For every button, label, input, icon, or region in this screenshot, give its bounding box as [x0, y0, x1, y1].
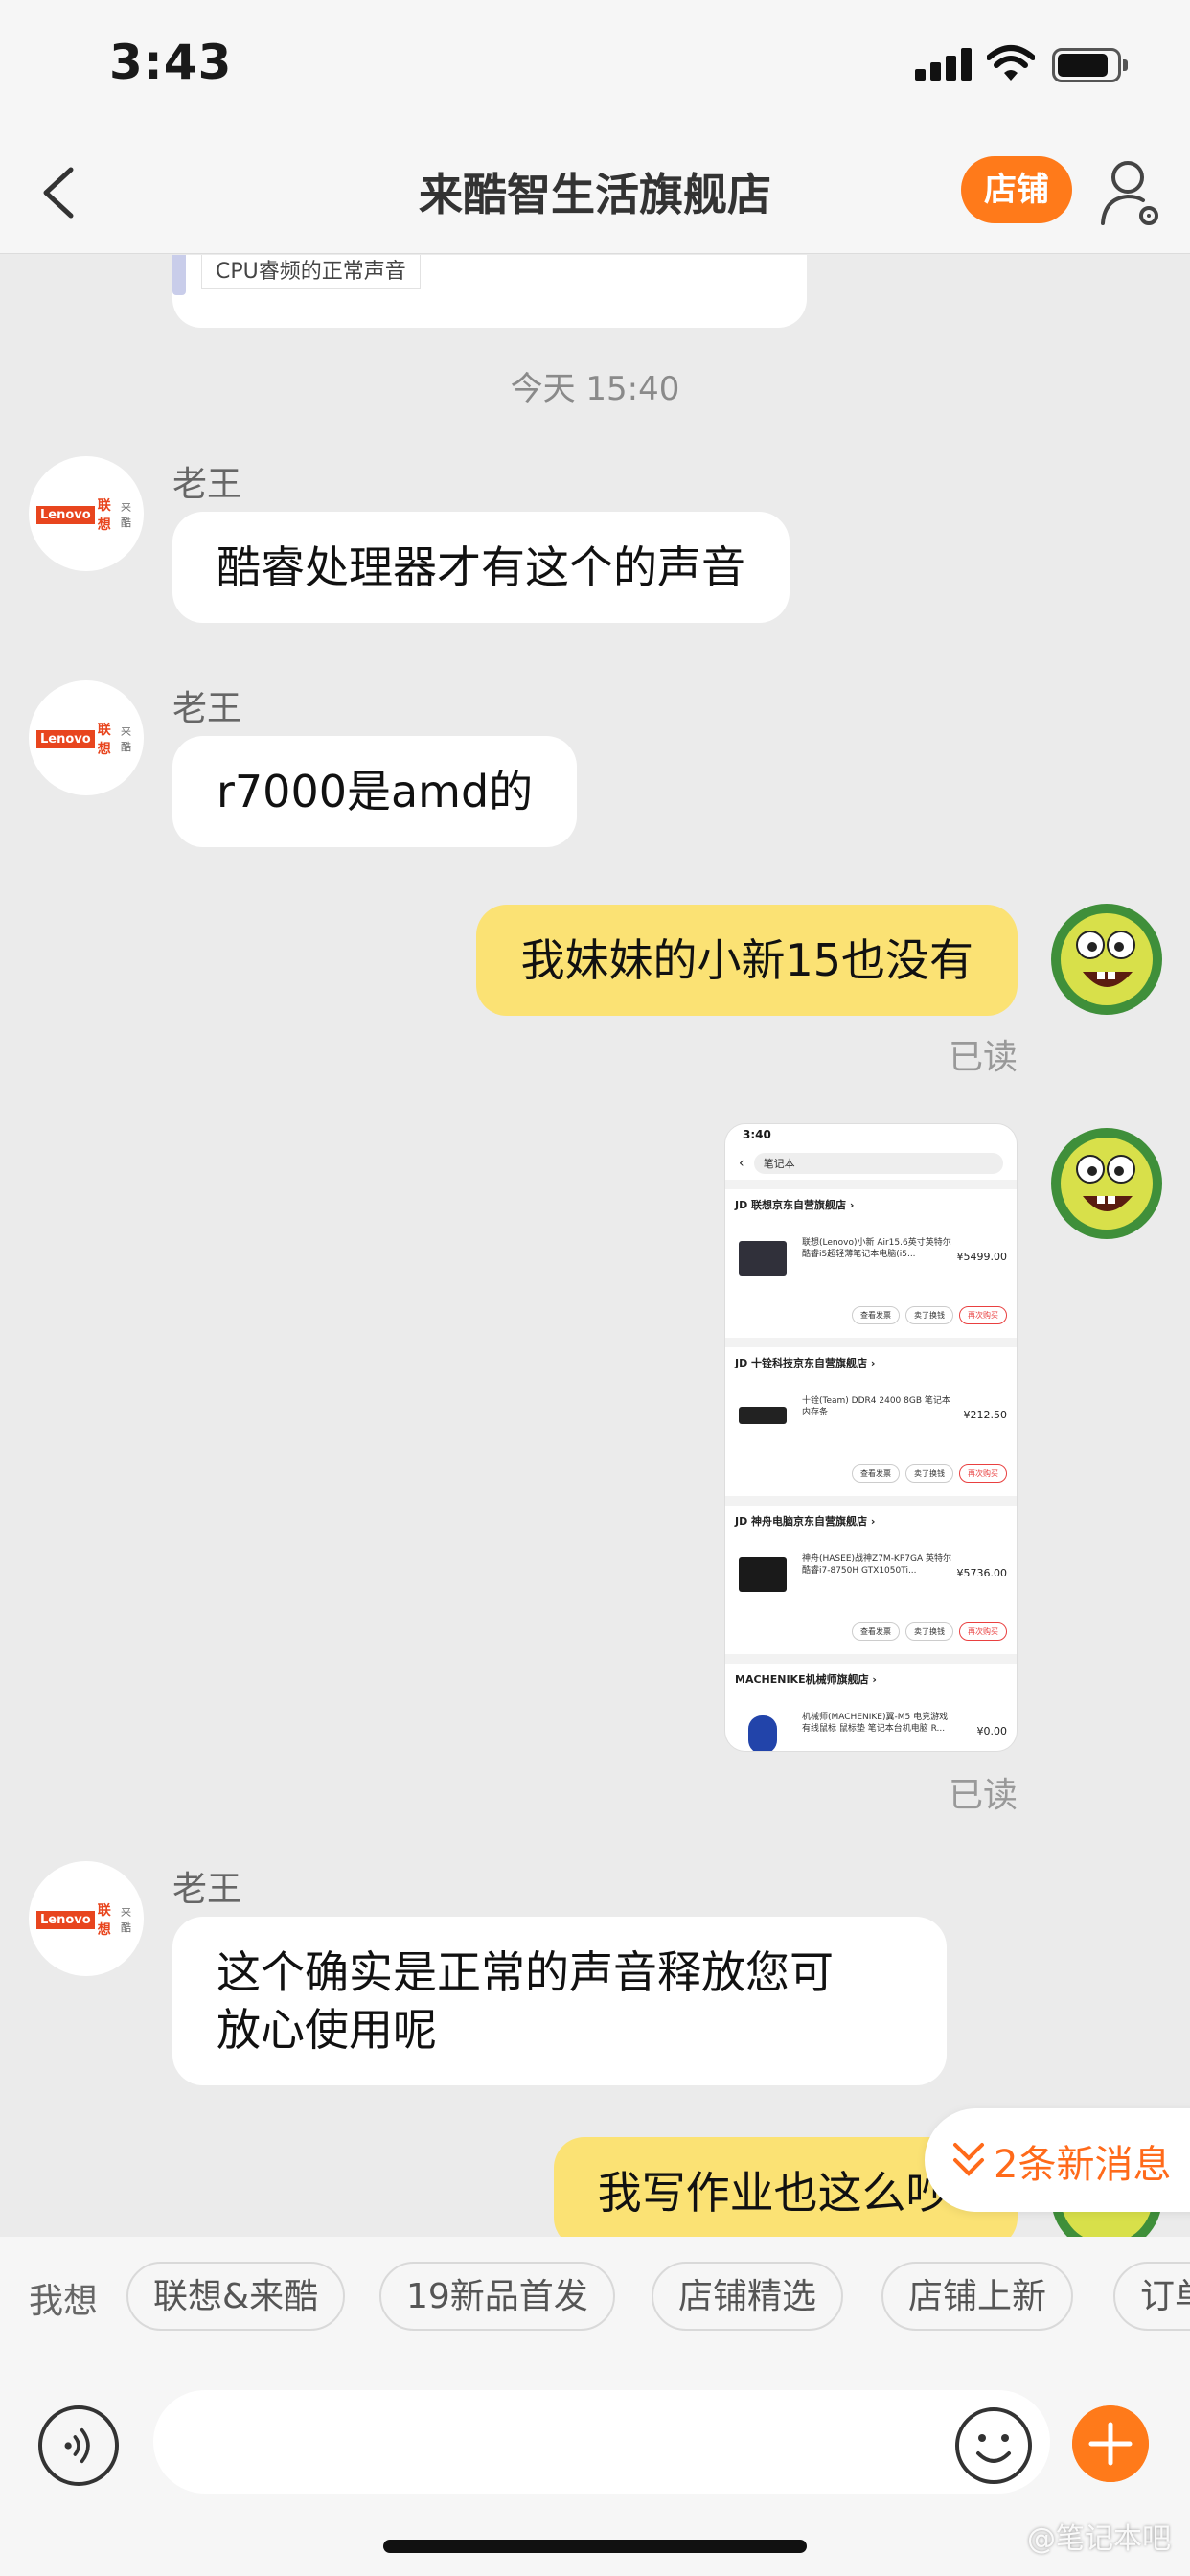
quick-reply-chip[interactable]: 联想&来酷 [126, 2262, 346, 2331]
memory-thumbnail [739, 1407, 787, 1424]
sender-name: 老王 [172, 689, 242, 728]
screenshot-time: 3:40 [725, 1124, 1017, 1147]
battery-icon [1052, 48, 1129, 82]
message-line: 放心使用呢 [217, 2004, 437, 2056]
spongebob-avatar-icon[interactable] [1044, 1121, 1169, 1246]
laptop-thumbnail [739, 1557, 787, 1592]
message-bubble[interactable]: 酷睿处理器才有这个的声音 [172, 512, 790, 623]
watermark: @笔记本吧 [1027, 2522, 1171, 2556]
quick-reply-bar: 我想 联想&来酷 19新品首发 店铺精选 店铺上新 订单 [0, 2237, 1190, 2356]
quick-reply-chip[interactable]: 店铺精选 [652, 2262, 844, 2331]
message-bubble[interactable]: 我妹妹的小新15也没有 [476, 905, 1018, 1016]
quick-reply-lead: 我想 [29, 2282, 99, 2321]
sender-name: 老王 [172, 465, 242, 504]
lenovo-logo: Lenovo 联想 来酷 [36, 498, 136, 533]
message-bubble[interactable]: r7000是amd的 [172, 736, 578, 847]
chat-area[interactable]: CPU睿频的正常声音 今天 15:40 Lenovo 联想 来酷 老王 酷睿处理器才… [0, 255, 1190, 2237]
nav-bar: 来酷智生活旗舰店 店铺 [0, 129, 1190, 254]
chat-timestamp: 今天 15:40 [510, 370, 680, 408]
shared-screenshot-image[interactable]: 3:40 ‹ 笔记本 JD 联想京东自营旗舰店 › 联想(Lenovo)小新 A… [724, 1123, 1018, 1752]
new-messages-button[interactable]: 2条新消息 [925, 2108, 1190, 2212]
message-line: 这个确实是正常的声音释放您可 [217, 1946, 834, 1998]
mouse-thumbnail [748, 1715, 777, 1751]
back-chevron-icon: ‹ [739, 1156, 744, 1171]
shop-button[interactable]: 店铺 [961, 156, 1072, 223]
laptop-thumbnail [739, 1241, 787, 1276]
cellular-signal-icon [915, 48, 973, 80]
read-status: 已读 [948, 1776, 1018, 1815]
previous-message-card[interactable]: CPU睿频的正常声音 [172, 255, 807, 328]
avatar[interactable]: Lenovo 联想 来酷 [29, 680, 144, 795]
new-messages-label: 2条新消息 [994, 2143, 1172, 2187]
emoji-icon[interactable] [953, 2405, 1034, 2486]
screenshot-store-card: JD 神舟电脑京东自营旗舰店 › 神舟(HASEE)战神Z7M-KP7GA 英特… [725, 1506, 1017, 1654]
screenshot-store-card: JD 十铨科技京东自营旗舰店 › 十铨(Team) DDR4 2400 8GB … [725, 1347, 1017, 1496]
screenshot-search-box: 笔记本 [753, 1153, 1003, 1174]
message-input[interactable] [153, 2390, 1050, 2494]
quick-reply-chip[interactable]: 订单 [1113, 2262, 1190, 2331]
input-bar: @笔记本吧 [0, 2356, 1190, 2576]
screenshot-store-card: MACHENIKE机械师旗舰店 › 机械师(MACHENIKE)翼-M5 电竞游… [725, 1664, 1017, 1751]
status-time: 3:43 [109, 34, 233, 90]
avatar[interactable]: Lenovo 联想 来酷 [29, 456, 144, 571]
plus-icon[interactable] [1072, 2405, 1149, 2482]
lenovo-logo: Lenovo 联想 来酷 [36, 1903, 136, 1938]
spongebob-avatar-icon[interactable] [1044, 897, 1169, 1022]
lenovo-logo: Lenovo 联想 来酷 [36, 723, 136, 757]
home-indicator [383, 2540, 807, 2553]
double-chevron-down-icon [953, 2143, 984, 2176]
screenshot-store-card: JD 联想京东自营旗舰店 › 联想(Lenovo)小新 Air15.6英寸英特尔… [725, 1189, 1017, 1338]
quick-reply-chip[interactable]: 19新品首发 [379, 2262, 615, 2331]
read-status: 已读 [948, 1038, 1018, 1077]
screenshot-search: ‹ 笔记本 [725, 1147, 1017, 1180]
wifi-icon [987, 45, 1035, 80]
avatar[interactable]: Lenovo 联想 来酷 [29, 1861, 144, 1976]
voice-input-icon[interactable] [38, 2405, 119, 2486]
previous-card-label: CPU睿频的正常声音 [201, 255, 421, 289]
sender-name: 老王 [172, 1870, 242, 1909]
message-bubble[interactable]: 这个确实是正常的声音释放您可 放心使用呢 [172, 1917, 947, 2085]
user-settings-icon[interactable] [1097, 156, 1164, 233]
quick-reply-chip[interactable]: 店铺上新 [881, 2262, 1074, 2331]
status-bar: 3:43 [0, 0, 1190, 129]
